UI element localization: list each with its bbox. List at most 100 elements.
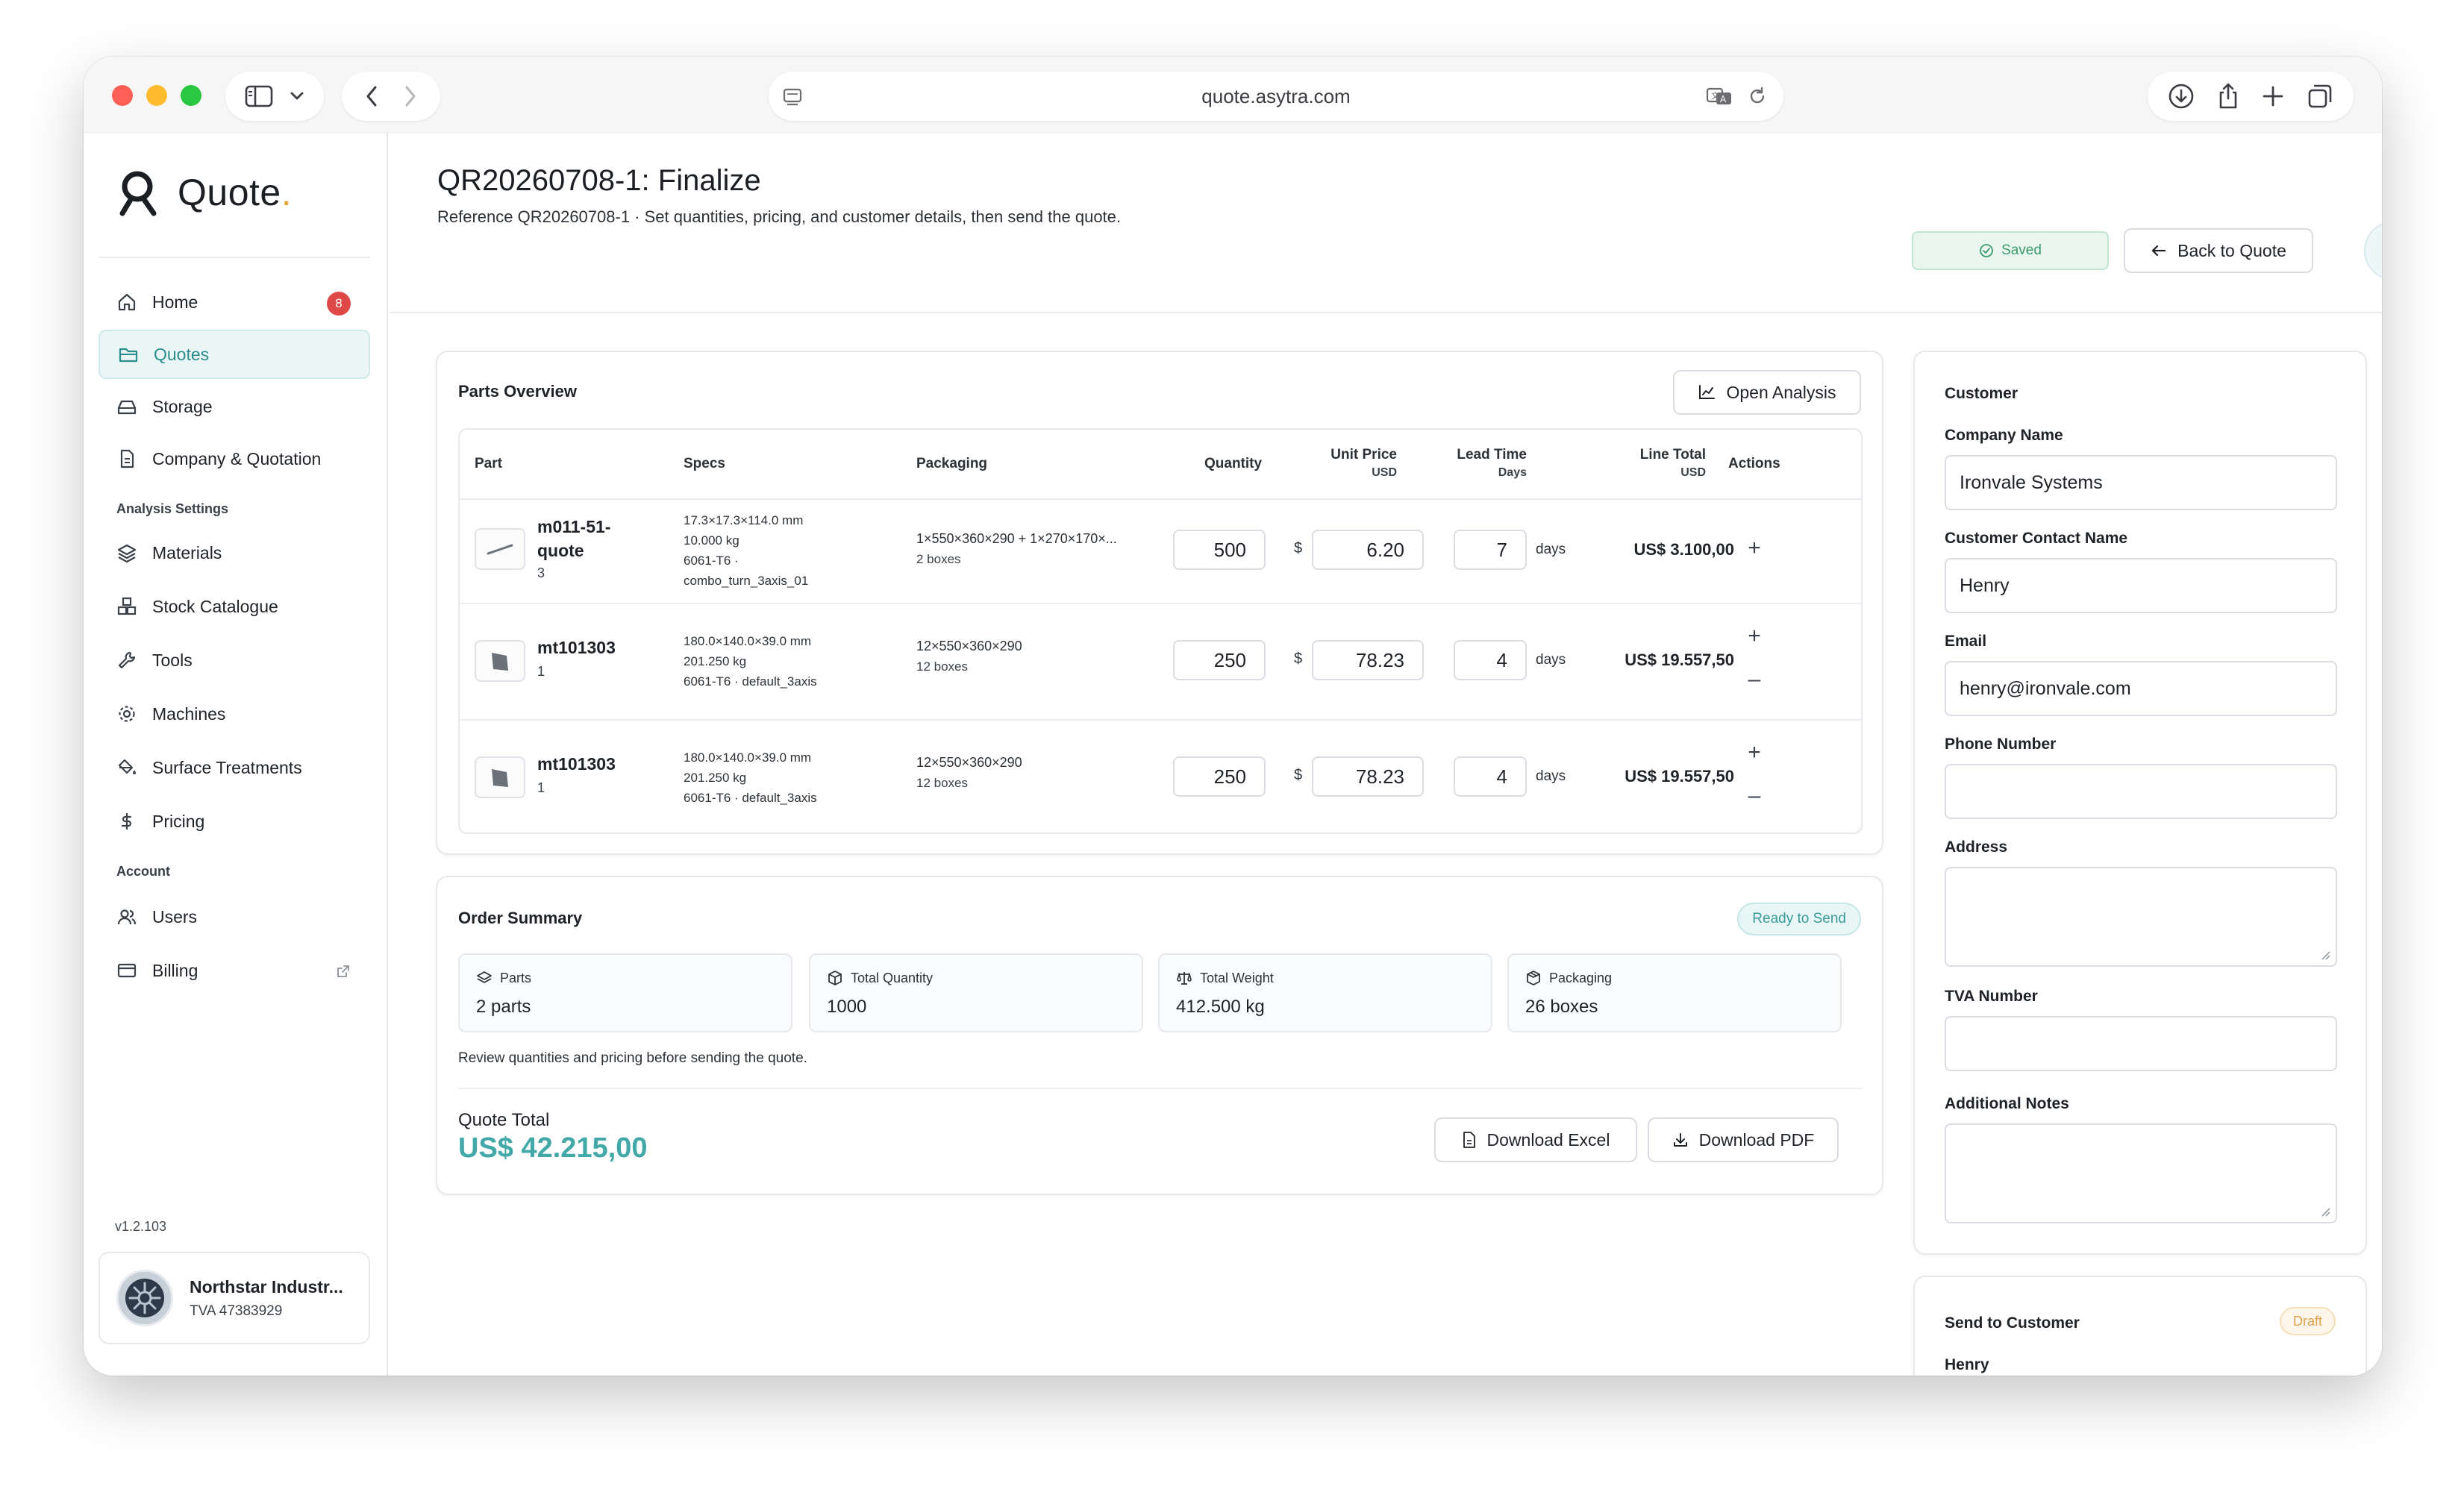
layers-icon	[476, 970, 493, 986]
history-nav-group	[342, 72, 440, 121]
sidebar-item-quotes[interactable]: Quotes	[99, 330, 370, 379]
address-field[interactable]	[1945, 867, 2337, 967]
share-icon[interactable]	[2217, 82, 2239, 110]
sidebar-item-materials[interactable]: Materials	[99, 528, 370, 577]
remove-row-button[interactable]: –	[1743, 668, 1766, 691]
quantity-input[interactable]: 500	[1173, 530, 1266, 570]
new-tab-icon[interactable]	[2262, 85, 2284, 107]
phone-field[interactable]	[1945, 764, 2337, 819]
part-specs: 180.0×140.0×39.0 mm 201.250 kg 6061-T6 ·…	[684, 750, 817, 805]
lead-time-input[interactable]: 4	[1454, 756, 1527, 797]
tab-overview-icon[interactable]	[2307, 83, 2333, 110]
draft-status-badge: Draft	[2279, 1307, 2336, 1335]
reload-icon[interactable]	[1748, 87, 1767, 106]
quantity-input[interactable]: 250	[1173, 640, 1266, 680]
external-link-icon	[336, 964, 351, 979]
stat-value: 412.500 kg	[1176, 997, 1265, 1017]
organization-card[interactable]: Northstar Industr... TVA 47383929	[99, 1252, 370, 1344]
remove-row-button[interactable]: –	[1743, 785, 1766, 807]
email-field[interactable]: henry@ironvale.com	[1945, 661, 2337, 716]
wrench-icon	[116, 650, 137, 671]
close-window-button[interactable]	[112, 85, 133, 106]
sidebar-item-stock-catalogue[interactable]: Stock Catalogue	[99, 582, 370, 631]
parts-table: Part Specs Packaging Quantity Unit Price…	[458, 428, 1863, 834]
unit-price-input[interactable]: 78.23	[1312, 756, 1424, 797]
part-count: 1	[537, 780, 545, 795]
add-row-button[interactable]: +	[1743, 742, 1766, 764]
download-excel-button[interactable]: Download Excel	[1434, 1117, 1637, 1162]
add-row-button[interactable]: +	[1743, 537, 1766, 559]
table-row: m011-51- quote 3 17.3×17.3×114.0 mm 10.00…	[460, 500, 1861, 603]
add-row-button[interactable]: +	[1743, 625, 1766, 648]
sidebar-item-tools[interactable]: Tools	[99, 636, 370, 685]
quantity-input[interactable]: 250	[1173, 756, 1266, 797]
part-thumbnail[interactable]	[475, 528, 525, 570]
part-thumbnail[interactable]	[475, 640, 525, 682]
brand-logo[interactable]: Quote.	[115, 169, 292, 216]
scroll-area[interactable]: Parts Overview Open Analysis Part Specs …	[390, 313, 2382, 1376]
column-header-specs: Specs	[684, 456, 725, 471]
part-packaging: 12×550×360×290 12 boxes	[916, 755, 1022, 790]
line-total: US$ 19.557,50	[1625, 767, 1734, 786]
stat-value: 26 boxes	[1525, 997, 1598, 1017]
sidebar-item-surface-treatments[interactable]: Surface Treatments	[99, 743, 370, 792]
tva-field[interactable]	[1945, 1016, 2337, 1071]
column-header-part: Part	[475, 456, 502, 471]
column-header-lead-time: Lead Time Days	[1457, 447, 1527, 479]
part-name: mt101303	[537, 638, 616, 657]
back-to-quote-button[interactable]: Back to Quote	[2124, 228, 2313, 273]
send-section-title: Send to Customer	[1945, 1314, 2080, 1332]
line-total: US$ 19.557,50	[1625, 650, 1734, 669]
package-icon	[1525, 970, 1542, 986]
scale-icon	[1176, 970, 1192, 986]
column-header-line-total: Line Total USD	[1639, 447, 1706, 479]
column-header-actions: Actions	[1728, 456, 1780, 471]
unit-price-input[interactable]: 78.23	[1312, 640, 1424, 680]
address-bar[interactable]: quote.asytra.com 文A	[769, 72, 1783, 121]
user-avatar[interactable]: JS	[2364, 221, 2382, 280]
phone-label: Phone Number	[1945, 736, 2057, 753]
forward-arrow-icon[interactable]	[404, 85, 417, 107]
saved-status-badge: Saved	[1912, 231, 2109, 270]
stat-packaging: Packaging 26 boxes	[1507, 953, 1842, 1032]
page-settings-icon[interactable]	[782, 87, 803, 107]
storage-icon	[116, 396, 137, 417]
sidebar-item-label: Stock Catalogue	[152, 596, 278, 616]
minimize-window-button[interactable]	[146, 85, 167, 106]
download-icon[interactable]	[2168, 83, 2195, 110]
translate-icon[interactable]: 文A	[1706, 87, 1733, 106]
chevron-down-icon[interactable]	[290, 91, 304, 101]
sidebar-item-billing[interactable]: Billing	[99, 946, 370, 995]
back-arrow-icon[interactable]	[365, 85, 378, 107]
unit-price-input[interactable]: 6.20	[1312, 530, 1424, 570]
lead-time-input[interactable]: 4	[1454, 640, 1527, 680]
sidebar-item-home[interactable]: Home 8	[99, 278, 370, 327]
customer-section-title: Customer	[1945, 385, 2019, 402]
order-summary-card: Order Summary Ready to Send Parts 2 part…	[436, 876, 1883, 1195]
sidebar-item-machines[interactable]: Machines	[99, 689, 370, 739]
sidebar-item-pricing[interactable]: Pricing	[99, 797, 370, 846]
maximize-window-button[interactable]	[181, 85, 201, 106]
additional-notes-field[interactable]	[1945, 1123, 2337, 1223]
download-pdf-label: Download PDF	[1698, 1129, 1815, 1150]
sidebar-item-storage[interactable]: Storage	[99, 382, 370, 431]
org-name: Northstar Industr...	[190, 1276, 343, 1297]
company-name-field[interactable]: Ironvale Systems	[1945, 455, 2337, 510]
sidebar-item-company-quotation[interactable]: Company & Quotation	[99, 434, 370, 483]
divider	[458, 1088, 1863, 1089]
sidebar-item-label: Users	[152, 906, 198, 927]
download-pdf-button[interactable]: Download PDF	[1648, 1117, 1839, 1162]
part-thumbnail[interactable]	[475, 756, 525, 798]
company-name-label: Company Name	[1945, 427, 2063, 444]
part-specs: 17.3×17.3×114.0 mm 10.000 kg 6061-T6 · c…	[684, 513, 809, 588]
contact-name-field[interactable]: Henry	[1945, 558, 2337, 613]
lead-time-input[interactable]: 7	[1454, 530, 1527, 570]
sidebar-toggle-icon[interactable]	[245, 85, 273, 107]
resize-handle-icon[interactable]	[2321, 1207, 2331, 1217]
sidebar-item-users[interactable]: Users	[99, 892, 370, 941]
email-label: Email	[1945, 633, 1987, 650]
resize-handle-icon[interactable]	[2321, 950, 2331, 961]
open-analysis-button[interactable]: Open Analysis	[1673, 370, 1861, 415]
file-icon	[1462, 1131, 1477, 1149]
browser-toolbar: quote.asytra.com 文A	[84, 57, 2382, 133]
